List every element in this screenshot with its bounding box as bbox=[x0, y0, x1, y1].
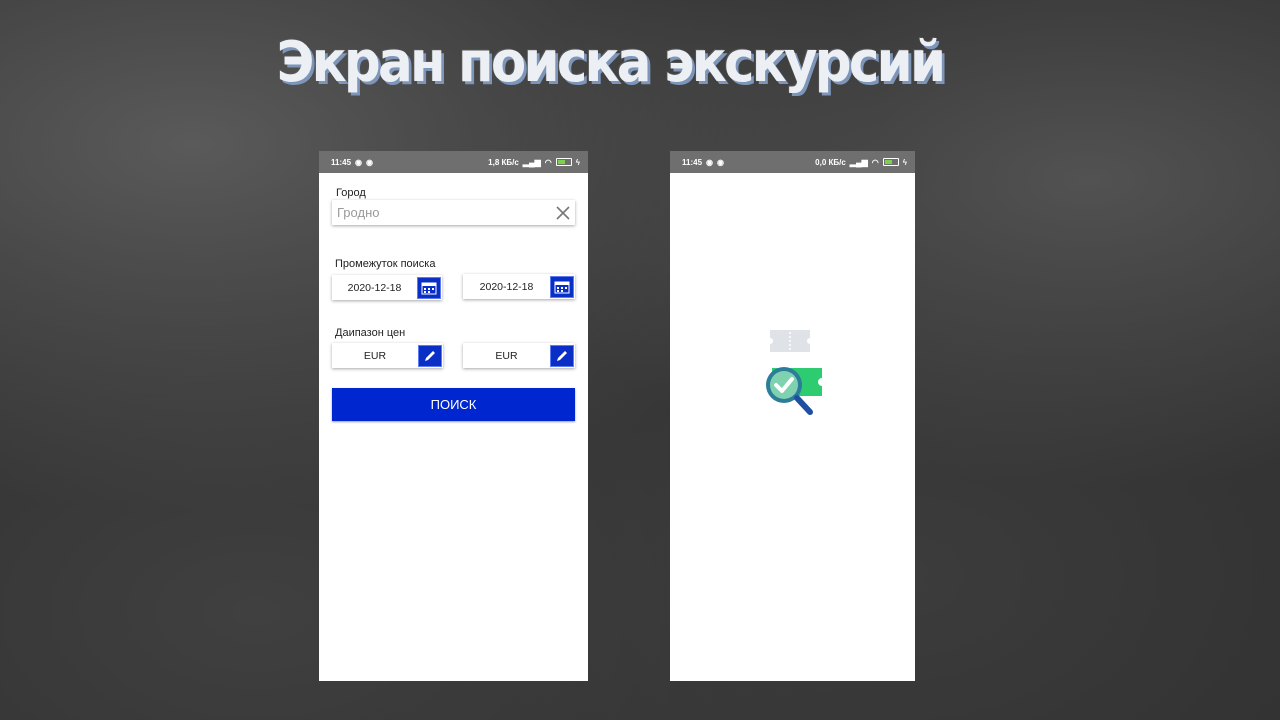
notification-icon: ◉ bbox=[706, 157, 714, 167]
notification-icon: ◉ bbox=[355, 157, 363, 167]
status-bar: 11:45 ◉ ◉ 1,8 КБ/с ▂▄▆ ◠ ϟ bbox=[319, 151, 588, 173]
calendar-icon bbox=[421, 282, 437, 294]
status-time: 11:45 bbox=[331, 157, 352, 167]
signal-icon: ▂▄▆ bbox=[849, 157, 868, 167]
pencil-icon bbox=[425, 350, 435, 361]
notification-icon: ◉ bbox=[366, 157, 373, 167]
wifi-icon: ◠ bbox=[871, 157, 879, 167]
edit-min-button[interactable] bbox=[418, 344, 442, 367]
date-from-field[interactable]: 2020-12-18 bbox=[332, 275, 442, 300]
price-max-value: EUR bbox=[495, 349, 518, 362]
city-label: Город bbox=[336, 187, 366, 199]
date-to-field[interactable]: 2020-12-18 bbox=[463, 274, 575, 299]
signal-icon: ▂▄▆ bbox=[522, 157, 541, 167]
close-icon[interactable] bbox=[551, 201, 575, 225]
date-from-value: 2020-12-18 bbox=[347, 281, 402, 294]
ticket-search-illustration bbox=[766, 330, 822, 415]
search-screen: 11:45 ◉ ◉ 1,8 КБ/с ▂▄▆ ◠ ϟ Город Гродно … bbox=[319, 151, 588, 681]
charging-icon: ϟ bbox=[575, 157, 580, 167]
pencil-icon bbox=[557, 350, 567, 361]
battery-icon bbox=[555, 158, 572, 166]
loading-screen: 11:45 ◉ ◉ 0,0 КБ/с ▂▄▆ ◠ ϟ bbox=[670, 151, 915, 681]
period-label: Промежуток поиска bbox=[335, 258, 436, 270]
network-speed: 1,8 КБ/с bbox=[488, 157, 519, 167]
price-label: Даипазон цен bbox=[335, 327, 406, 339]
network-speed: 0,0 КБ/с bbox=[815, 157, 846, 167]
status-time: 11:45 bbox=[682, 157, 703, 167]
battery-icon bbox=[882, 158, 899, 166]
calendar-to-button[interactable] bbox=[550, 275, 574, 298]
ticket-icon bbox=[770, 330, 810, 352]
status-bar: 11:45 ◉ ◉ 0,0 КБ/с ▂▄▆ ◠ ϟ bbox=[670, 151, 915, 173]
wifi-icon: ◠ bbox=[544, 157, 552, 167]
calendar-from-button[interactable] bbox=[417, 276, 441, 299]
edit-max-button[interactable] bbox=[550, 344, 574, 367]
calendar-icon bbox=[554, 281, 570, 293]
price-min-field[interactable]: EUR bbox=[332, 343, 443, 368]
charging-icon: ϟ bbox=[902, 157, 907, 167]
slide-title: Экран поиска экскурсий bbox=[276, 30, 947, 95]
search-button[interactable]: ПОИСК bbox=[332, 388, 575, 421]
date-to-value: 2020-12-18 bbox=[479, 280, 534, 293]
city-field[interactable]: Гродно bbox=[332, 200, 575, 225]
city-input[interactable]: Гродно bbox=[337, 205, 551, 220]
price-min-value: EUR bbox=[363, 349, 387, 362]
magnifier-check-icon bbox=[766, 367, 822, 415]
notification-icon: ◉ bbox=[717, 157, 724, 167]
price-max-field[interactable]: EUR bbox=[463, 343, 575, 368]
